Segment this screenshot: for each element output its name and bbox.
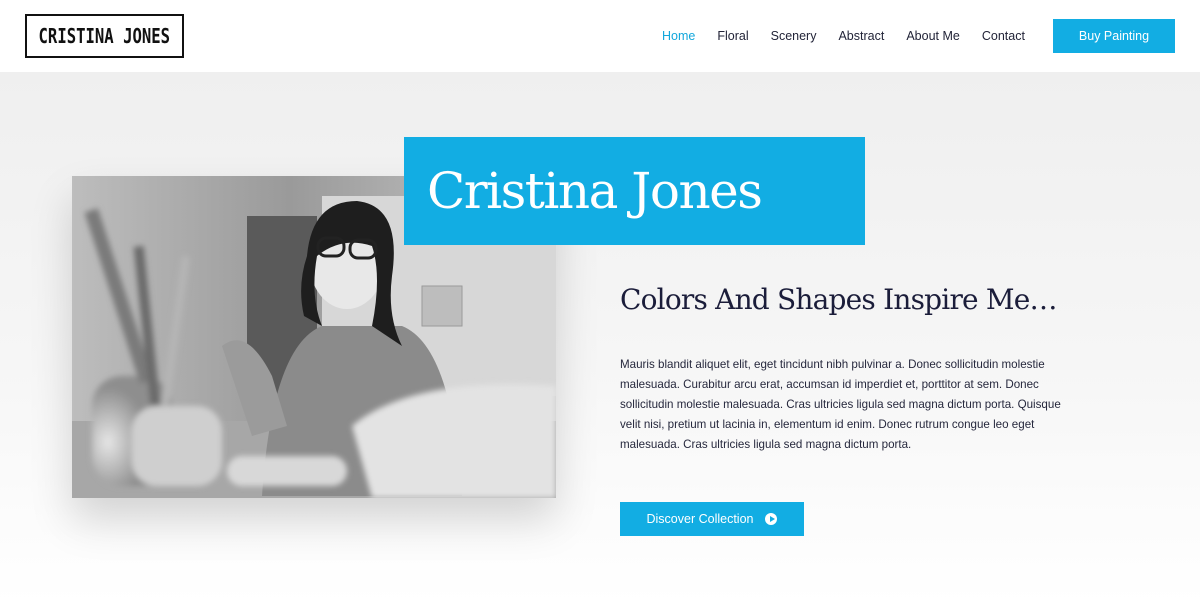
nav-item-floral[interactable]: Floral bbox=[717, 29, 748, 43]
site-header: CRISTINA JONES Home Floral Scenery Abstr… bbox=[0, 0, 1200, 72]
nav-item-abstract[interactable]: Abstract bbox=[838, 29, 884, 43]
hero-subtitle: Colors And Shapes Inspire Me… bbox=[620, 283, 1058, 316]
hero-title: Cristina Jones bbox=[427, 162, 763, 220]
title-banner: Cristina Jones bbox=[404, 137, 865, 245]
buy-painting-button[interactable]: Buy Painting bbox=[1053, 19, 1175, 53]
nav-item-home[interactable]: Home bbox=[662, 29, 695, 43]
logo-text: CRISTINA JONES bbox=[38, 24, 171, 48]
hero-section: Cristina Jones Colors And Shapes Inspire… bbox=[0, 72, 1200, 604]
main-nav: Home Floral Scenery Abstract About Me Co… bbox=[662, 0, 1047, 72]
play-circle-icon bbox=[765, 513, 778, 525]
nav-item-contact[interactable]: Contact bbox=[982, 29, 1025, 43]
nav-item-scenery[interactable]: Scenery bbox=[771, 29, 817, 43]
hero-description: Mauris blandit aliquet elit, eget tincid… bbox=[620, 358, 1061, 451]
discover-collection-label: Discover Collection bbox=[646, 512, 754, 526]
discover-collection-button[interactable]: Discover Collection bbox=[620, 502, 804, 536]
nav-item-about-me[interactable]: About Me bbox=[906, 29, 960, 43]
logo[interactable]: CRISTINA JONES bbox=[25, 14, 184, 58]
